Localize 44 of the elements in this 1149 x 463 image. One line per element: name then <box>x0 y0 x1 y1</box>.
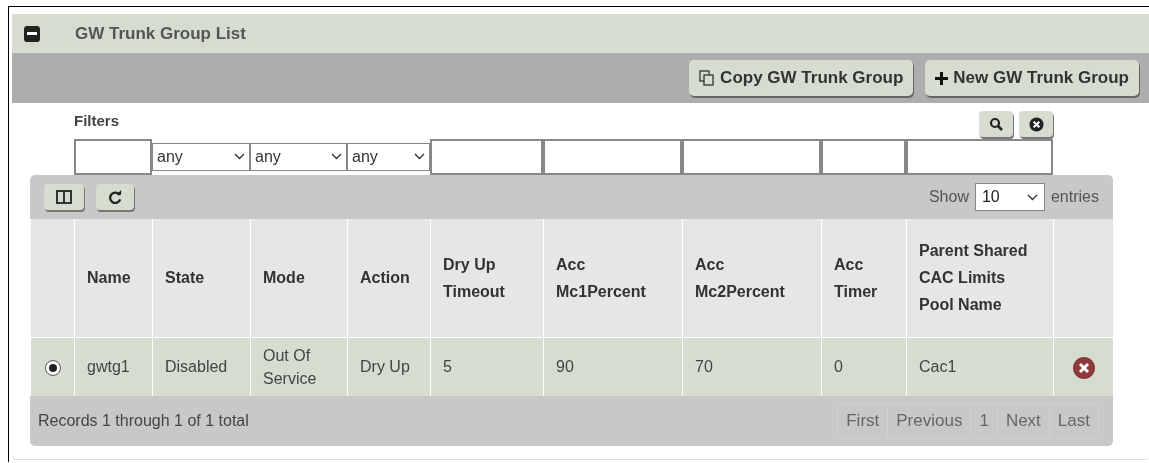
clear-button[interactable] <box>1019 111 1053 137</box>
filter-dropdown[interactable]: any <box>347 142 430 171</box>
copy-icon <box>699 70 716 86</box>
search-button[interactable] <box>979 111 1013 137</box>
chevron-icon <box>234 153 245 160</box>
plus-icon <box>935 71 949 85</box>
delete-icon[interactable] <box>1072 356 1095 379</box>
filter-input[interactable] <box>543 138 682 175</box>
chevron-icon <box>414 153 425 160</box>
chevron-icon <box>1026 193 1038 201</box>
filter-input[interactable] <box>906 138 1053 175</box>
chevron-icon <box>331 153 342 160</box>
radio-button[interactable] <box>44 359 61 376</box>
columns-button[interactable] <box>44 184 84 210</box>
table-cell: gwtg1 <box>87 358 130 376</box>
new-button[interactable]: New GW Trunk Group <box>925 60 1139 96</box>
pagination-button: Last <box>1048 404 1098 438</box>
filter-input[interactable] <box>430 138 543 175</box>
filter-input[interactable] <box>821 138 906 175</box>
table-cell: Disabled <box>165 358 228 376</box>
refresh-icon <box>107 189 123 205</box>
close-icon <box>1028 116 1044 132</box>
filter-dropdown[interactable]: any <box>152 142 250 171</box>
columns-icon <box>56 190 72 204</box>
table-cell: 0 <box>834 358 843 376</box>
table-cell: 70 <box>695 358 713 376</box>
table-cell: Cac1 <box>919 358 957 376</box>
entries-dropdown[interactable]: 10 <box>974 183 1045 211</box>
show-label: Show <box>928 187 969 207</box>
filters-label: Filters <box>74 110 119 131</box>
filter-input[interactable] <box>74 138 152 175</box>
table-cell: 90 <box>556 358 574 376</box>
copy-button[interactable]: Copy GW Trunk Group <box>689 60 914 96</box>
entries-label: entries <box>1050 187 1099 207</box>
refresh-button[interactable] <box>96 184 134 210</box>
filter-dropdown[interactable]: any <box>250 142 347 171</box>
collapse-toggle-icon[interactable] <box>24 25 40 42</box>
panel-title: GW Trunk Group List <box>75 22 246 45</box>
table-cell: 5 <box>443 358 452 376</box>
search-icon <box>989 117 1003 131</box>
table-cell: Dry Up <box>360 358 410 376</box>
table-cell: Out Of Service <box>263 346 317 387</box>
records-info: Records 1 through 1 of 1 total <box>38 411 249 431</box>
filter-input[interactable] <box>682 138 821 175</box>
